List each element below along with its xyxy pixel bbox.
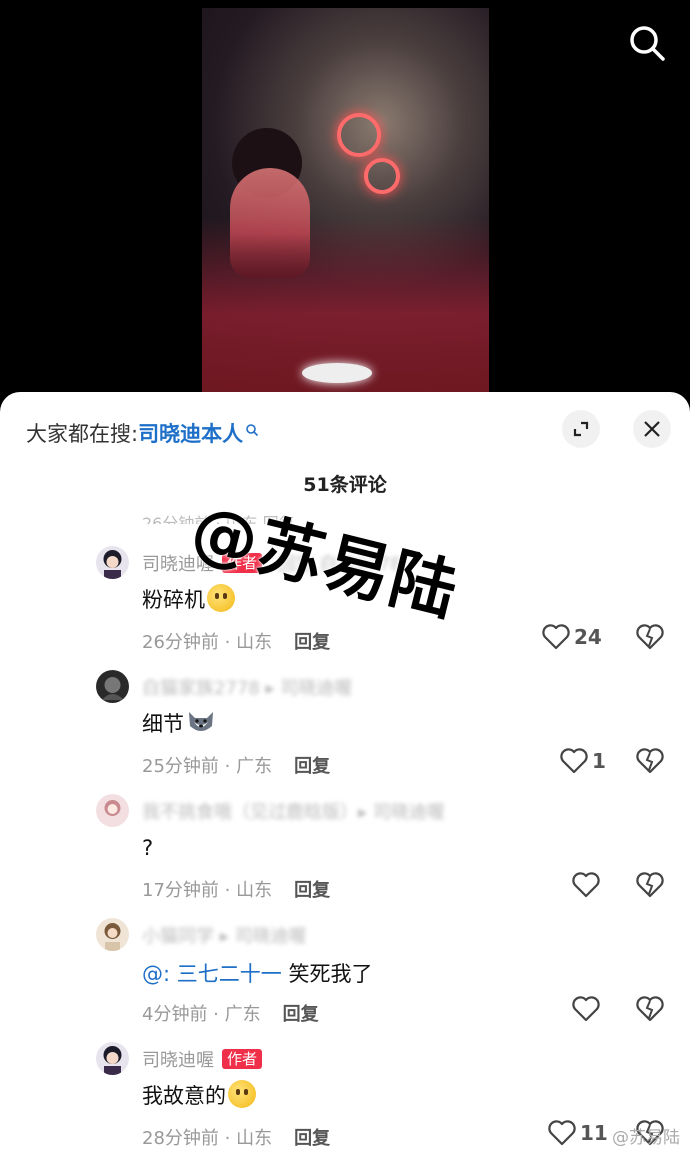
author-name[interactable]: 司晓迪喔	[142, 1050, 214, 1071]
search-small-icon	[245, 418, 259, 442]
heart-icon	[548, 1120, 576, 1146]
reply-button[interactable]: 回复	[294, 1128, 330, 1149]
comment-text: 粉碎机	[142, 584, 235, 614]
footer-watermark: @苏易陆	[612, 1128, 680, 1148]
comment-count: 51条评论	[303, 474, 387, 496]
avatar[interactable]	[96, 794, 129, 827]
trending-search-prefix: 大家都在搜:	[26, 422, 139, 446]
comment-time-location: 17分钟前 · 山东	[142, 880, 273, 901]
heart-icon	[572, 872, 600, 898]
reply-button[interactable]: 回复	[283, 1004, 319, 1025]
thinking-face-emoji-icon	[228, 1080, 256, 1108]
author-badge: 作者	[222, 1049, 263, 1069]
comment-meta: 4分钟前 · 广东 回复	[142, 1000, 319, 1026]
comment-author[interactable]: 我不挑食哦（见过鹿晗版）▸ 司晓迪喔	[142, 798, 445, 824]
close-icon	[644, 421, 660, 437]
like-button[interactable]	[572, 872, 600, 898]
heart-icon	[572, 996, 600, 1022]
comment-body: ?	[142, 836, 154, 860]
neon-sign	[364, 158, 400, 194]
reply-button[interactable]: 回复	[294, 756, 330, 777]
comment-author[interactable]: 司晓迪喔 作者 回复 白猫2778	[142, 550, 401, 576]
blurred-reply-target: 回复 白猫2778	[277, 554, 402, 575]
reply-button[interactable]: 回复	[294, 880, 330, 901]
like-button[interactable]: 1	[560, 748, 606, 774]
comment-body: 细节	[142, 712, 184, 736]
comment-author[interactable]: 司晓迪喔 作者	[142, 1046, 263, 1072]
comment-meta: 25分钟前 · 广东 回复	[142, 752, 330, 778]
comment-meta: 28分钟前 · 山东 回复	[142, 1124, 330, 1150]
avatar[interactable]	[96, 918, 129, 951]
close-button[interactable]	[633, 410, 671, 448]
dislike-button[interactable]	[636, 748, 664, 778]
expand-icon	[573, 421, 589, 437]
comment-mention[interactable]: @: 三七二十一	[142, 962, 282, 986]
comment-time-location: 4分钟前 · 广东	[142, 1004, 261, 1025]
partial-row-text: 26分钟前 · 山东 回复	[142, 514, 295, 524]
comment-author[interactable]: 小猫同学 ▸ 司晓迪喔	[142, 922, 306, 948]
comment-time-location: 26分钟前 · 山东	[142, 632, 273, 653]
avatar[interactable]	[96, 546, 129, 579]
comment-meta: 17分钟前 · 山东 回复	[142, 876, 330, 902]
like-button[interactable]	[572, 996, 600, 1022]
comment-body: 我故意的	[142, 1084, 226, 1108]
like-count: 11	[580, 1121, 608, 1145]
comment-body: 笑死我了	[281, 962, 373, 986]
dislike-button[interactable]	[636, 872, 664, 902]
broken-heart-icon	[636, 748, 664, 774]
like-count: 24	[574, 625, 602, 649]
trending-search-term[interactable]: 司晓迪本人	[138, 422, 243, 446]
comment-text: @: 三七二十一 笑死我了	[142, 958, 372, 988]
heart-icon	[542, 624, 570, 650]
comment-text: 细节	[142, 708, 216, 738]
dislike-button[interactable]	[636, 996, 664, 1026]
comment-text: 我故意的	[142, 1080, 256, 1110]
heart-icon	[560, 748, 588, 774]
like-button[interactable]: 24	[542, 624, 602, 650]
comment-time-location: 25分钟前 · 广东	[142, 756, 273, 777]
reply-button[interactable]: 回复	[294, 632, 330, 653]
dislike-button[interactable]	[636, 624, 664, 654]
broken-heart-icon	[636, 872, 664, 898]
expand-button[interactable]	[562, 410, 600, 448]
neon-sign	[337, 113, 381, 157]
video-table	[302, 363, 372, 383]
search-icon[interactable]	[628, 24, 666, 62]
like-button[interactable]: 11	[548, 1120, 608, 1146]
comment-meta: 26分钟前 · 山东 回复	[142, 628, 330, 654]
partial-comment-row: 26分钟前 · 山东 回复	[142, 510, 682, 524]
broken-heart-icon	[636, 624, 664, 650]
video-frame[interactable]	[202, 8, 489, 392]
author-badge: 作者	[222, 553, 263, 573]
comment-body: 粉碎机	[142, 588, 205, 612]
comment-time-location: 28分钟前 · 山东	[142, 1128, 273, 1149]
husky-emoji-icon	[186, 708, 216, 736]
comment-panel: 大家都在搜:司晓迪本人 51条评论 26分钟前 · 山东 回复 司晓迪喔 作者 回…	[0, 392, 690, 1156]
like-count: 1	[592, 749, 606, 773]
trending-search-bar[interactable]: 大家都在搜:司晓迪本人	[26, 418, 259, 448]
avatar[interactable]	[96, 670, 129, 703]
broken-heart-icon	[636, 996, 664, 1022]
video-player[interactable]	[0, 0, 690, 400]
author-name[interactable]: 司晓迪喔	[142, 554, 214, 575]
comment-author[interactable]: 白猫家族2778 ▸ 司晓迪喔	[142, 674, 352, 700]
comment-text: ?	[142, 836, 153, 860]
avatar[interactable]	[96, 1042, 129, 1075]
thinking-face-emoji-icon	[207, 584, 235, 612]
